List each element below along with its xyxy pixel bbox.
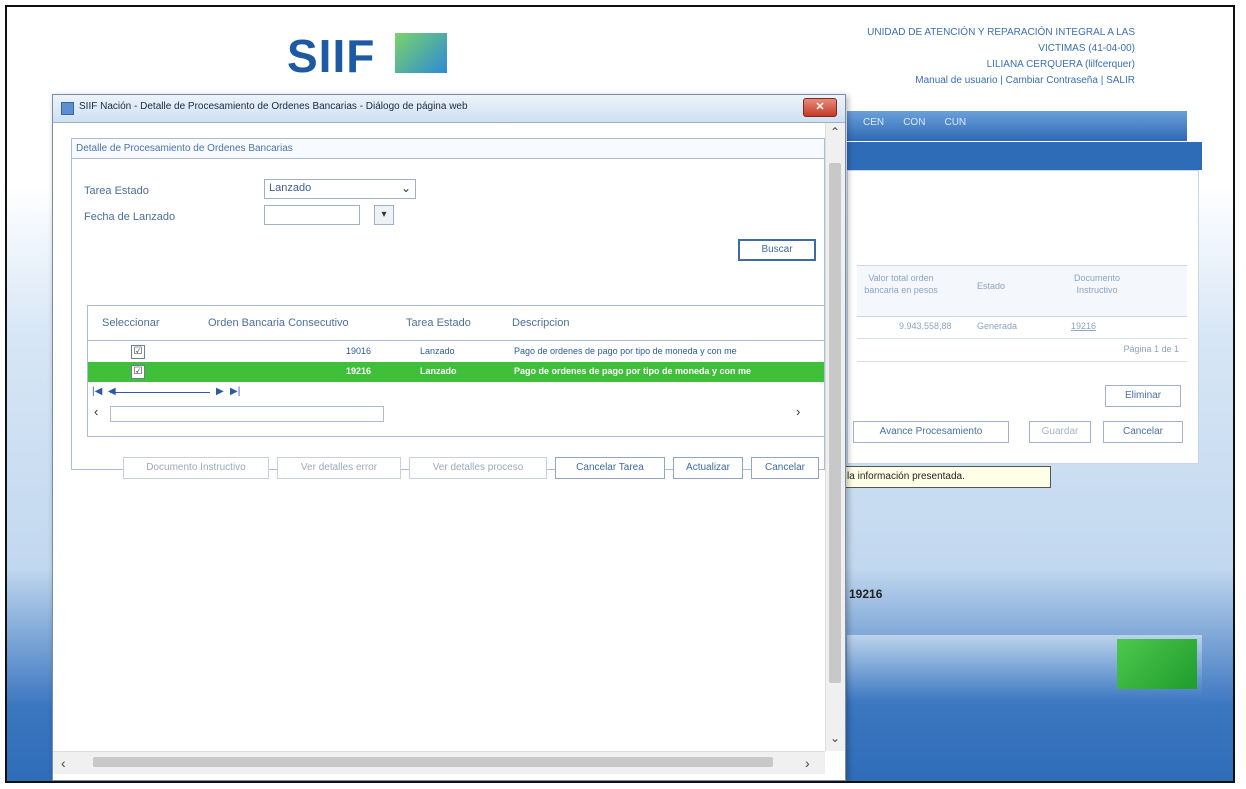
close-button[interactable]: ✕ — [803, 98, 837, 117]
scroll-right-icon[interactable]: › — [805, 755, 810, 771]
first-page-icon[interactable]: |◀ — [92, 386, 102, 397]
ver-detalles-proceso-button[interactable]: Ver detalles proceso — [409, 457, 547, 479]
col-descripcion: Descripcion — [512, 317, 570, 329]
cell-estado: Lanzado — [420, 346, 455, 356]
last-page-icon[interactable]: ▶| — [230, 386, 240, 397]
user-name: LILIANA CERQUERA (lilfcerquer) — [986, 59, 1135, 70]
fecha-lanzado-label: Fecha de Lanzado — [84, 211, 176, 223]
dialog-hscroll[interactable]: ‹ › — [53, 751, 825, 774]
vscroll-thumb[interactable] — [829, 163, 841, 683]
cell-descripcion: Pago de ordenes de pago por tipo de mone… — [514, 366, 752, 376]
header-links[interactable]: Manual de usuario | Cambiar Contraseña |… — [867, 73, 1135, 89]
cell-consecutivo: 19216 — [346, 366, 372, 376]
col-tarea-estado: Tarea Estado — [406, 317, 471, 329]
bg-footer-logo — [1117, 639, 1197, 689]
cell-estado: Lanzado — [420, 366, 457, 376]
scroll-down-icon[interactable]: ⌄ — [830, 731, 840, 745]
screen-frame: SIIF UNIDAD DE ATENCIÓN Y REPARACIÓN INT… — [5, 5, 1235, 783]
calendar-dropdown-icon[interactable]: ▾ — [374, 205, 394, 225]
user-info: UNIDAD DE ATENCIÓN Y REPARACIÓN INTEGRAL… — [867, 25, 1135, 89]
menu-item-con[interactable]: CON — [903, 117, 925, 128]
bg-cell-estado: Generada — [977, 321, 1018, 331]
grid-header: Seleccionar Orden Bancaria Consecutivo T… — [88, 306, 824, 341]
page-slider-track[interactable] — [110, 392, 210, 393]
table-row[interactable]: ☑ 19016 Lanzado Pago de ordenes de pago … — [88, 342, 824, 362]
tarea-estado-value: Lanzado — [269, 182, 312, 194]
fecha-lanzado-input[interactable] — [264, 205, 360, 225]
documento-instructivo-button[interactable]: Documento Instructivo — [123, 457, 269, 479]
bg-panel-header — [847, 142, 1202, 170]
row-checkbox[interactable]: ☑ — [131, 345, 145, 359]
siif-logo: SIIF — [287, 30, 376, 82]
guardar-button[interactable]: Guardar — [1029, 421, 1091, 443]
cancelar-tarea-button[interactable]: Cancelar Tarea — [555, 457, 665, 479]
eliminar-button[interactable]: Eliminar — [1105, 385, 1181, 407]
tarea-estado-label: Tarea Estado — [84, 185, 149, 197]
col-seleccionar: Seleccionar — [102, 317, 160, 329]
siif-logo-mark — [395, 33, 447, 73]
bg-cancelar-button[interactable]: Cancelar — [1103, 421, 1183, 443]
ie-page-icon — [61, 102, 74, 115]
table-row-selected[interactable]: ☑ 19216 Lanzado Pago de ordenes de pago … — [88, 362, 824, 382]
scroll-left-icon[interactable]: ‹ — [61, 755, 66, 771]
bg-document-number: 19216 — [849, 587, 883, 601]
chevron-down-icon: ⌄ — [400, 181, 411, 195]
top-menu: CEN CON CUN — [847, 111, 1187, 141]
entity-code: VICTIMAS (41-04-00) — [1038, 43, 1135, 54]
avance-procesamiento-button[interactable]: Avance Procesamiento — [853, 421, 1009, 443]
detail-dialog: SIIF Nación - Detalle de Procesamiento d… — [52, 94, 846, 781]
panel-title: Detalle de Procesamiento de Ordenes Banc… — [72, 139, 824, 159]
orders-grid: Seleccionar Orden Bancaria Consecutivo T… — [87, 305, 824, 437]
entity-name: UNIDAD DE ATENCIÓN Y REPARACIÓN INTEGRAL… — [867, 27, 1135, 38]
menu-item-cun[interactable]: CUN — [944, 117, 966, 128]
grid-hscroll[interactable]: ‹ › — [88, 404, 824, 422]
th-valor: Valor total orden bancaria en pesos — [864, 273, 938, 295]
dialog-titlebar[interactable]: SIIF Nación - Detalle de Procesamiento d… — [53, 95, 845, 123]
ver-detalles-error-button[interactable]: Ver detalles error — [277, 457, 401, 479]
scroll-right-icon[interactable]: › — [796, 404, 800, 419]
bg-page-info: Página 1 de 1 — [1123, 344, 1179, 354]
th-documento: Documento Instructivo — [1073, 273, 1121, 295]
cell-consecutivo: 19016 — [346, 346, 372, 356]
cell-descripcion: Pago de ordenes de pago por tipo de mone… — [514, 346, 737, 356]
tarea-estado-select[interactable]: Lanzado ⌄ — [264, 179, 416, 199]
bg-cell-documento[interactable]: 19216 — [1071, 321, 1096, 331]
cancelar-button[interactable]: Cancelar — [751, 457, 819, 479]
bg-pager: Página 1 de 1 — [857, 339, 1187, 362]
grid-pager: |◀ ◀ ▶ ▶| — [88, 384, 824, 402]
scroll-up-icon[interactable]: ⌃ — [830, 125, 840, 139]
bg-table-header: Valor total orden bancaria en pesos Esta… — [857, 265, 1187, 317]
scroll-left-icon[interactable]: ‹ — [94, 404, 98, 419]
col-consecutivo: Orden Bancaria Consecutivo — [208, 317, 349, 329]
hscroll-thumb[interactable] — [93, 757, 773, 767]
bg-table-row[interactable]: 9.943.558,88 Generada 19216 — [857, 316, 1187, 339]
row-checkbox[interactable]: ☑ — [131, 365, 145, 379]
grid-hscroll-thumb[interactable] — [110, 406, 384, 422]
actualizar-button[interactable]: Actualizar — [673, 457, 743, 479]
buscar-button[interactable]: Buscar — [738, 239, 816, 261]
dialog-title: SIIF Nación - Detalle de Procesamiento d… — [79, 101, 468, 112]
bg-cell-valor: 9.943.558,88 — [899, 321, 952, 331]
dialog-vscroll[interactable]: ⌃ ⌄ — [825, 123, 845, 751]
menu-item-cen[interactable]: CEN — [863, 117, 884, 128]
next-page-icon[interactable]: ▶ — [216, 386, 224, 397]
th-estado: Estado — [976, 281, 1006, 291]
dialog-content: Detalle de Procesamiento de Ordenes Banc… — [53, 123, 825, 751]
